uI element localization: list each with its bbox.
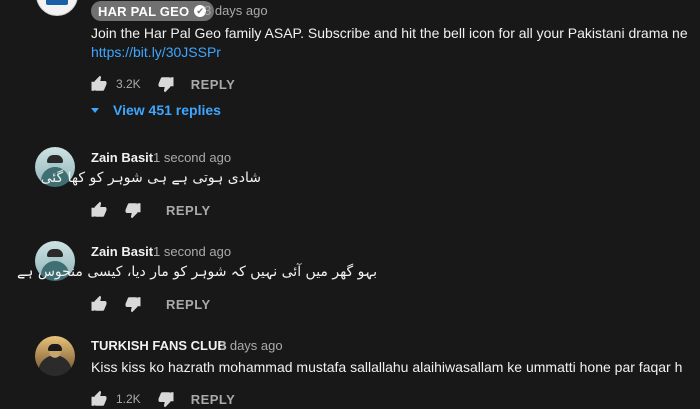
comment-timestamp[interactable]: 3 days ago — [204, 3, 268, 18]
view-replies-label: View 451 replies — [113, 102, 221, 118]
comment-timestamp[interactable]: 1 second ago — [153, 150, 231, 165]
comment-timestamp[interactable]: 3 days ago — [219, 338, 283, 353]
thumbs-up-icon[interactable] — [90, 200, 110, 220]
thumbs-up-icon[interactable] — [90, 294, 110, 314]
comment-actions: REPLY — [90, 294, 211, 314]
user-avatar[interactable] — [35, 336, 75, 376]
comment-author[interactable]: TURKISH FANS CLUB — [91, 338, 227, 353]
comment-timestamp[interactable]: 1 second ago — [153, 244, 231, 259]
comment-link[interactable]: https://bit.ly/30JSSPr — [91, 44, 221, 60]
thumbs-up-icon[interactable] — [90, 389, 110, 409]
view-replies-button[interactable]: View 451 replies — [90, 102, 221, 118]
comment-actions: REPLY — [90, 200, 211, 220]
like-count: 3.2K — [116, 77, 141, 91]
thumbs-down-icon[interactable] — [124, 200, 144, 220]
thumbs-down-icon[interactable] — [157, 389, 177, 409]
reply-button[interactable]: REPLY — [191, 392, 236, 407]
thumbs-down-icon[interactable] — [124, 294, 144, 314]
comment-actions: 3.2K REPLY — [90, 74, 235, 94]
reply-button[interactable]: REPLY — [166, 203, 211, 218]
comment-text: Join the Har Pal Geo family ASAP. Subscr… — [91, 25, 688, 41]
comment-author[interactable]: Zain Basit — [91, 244, 153, 259]
comment-text: Kiss kiss ko hazrath mohammad mustafa sa… — [91, 359, 683, 375]
thumbs-up-icon[interactable] — [90, 74, 110, 94]
channel-name: HAR PAL GEO — [98, 3, 190, 19]
comment-text: بہو گھر میں آئی نہیں کہ شوہر کو مار دیا،… — [16, 264, 377, 280]
reply-button[interactable]: REPLY — [166, 297, 211, 312]
channel-name-badge[interactable]: HAR PAL GEO ✔ — [91, 1, 215, 21]
caret-down-icon — [91, 107, 99, 113]
reply-button[interactable]: REPLY — [191, 77, 236, 92]
thumbs-down-icon[interactable] — [157, 74, 177, 94]
channel-avatar[interactable] — [36, 0, 78, 16]
like-count: 1.2K — [116, 392, 141, 406]
comment-author[interactable]: Zain Basit — [91, 150, 153, 165]
comment-text: شادی ہوتی ہے ہی شوہر کو کھا گئی — [40, 170, 261, 186]
comment-actions: 1.2K REPLY — [90, 389, 235, 409]
